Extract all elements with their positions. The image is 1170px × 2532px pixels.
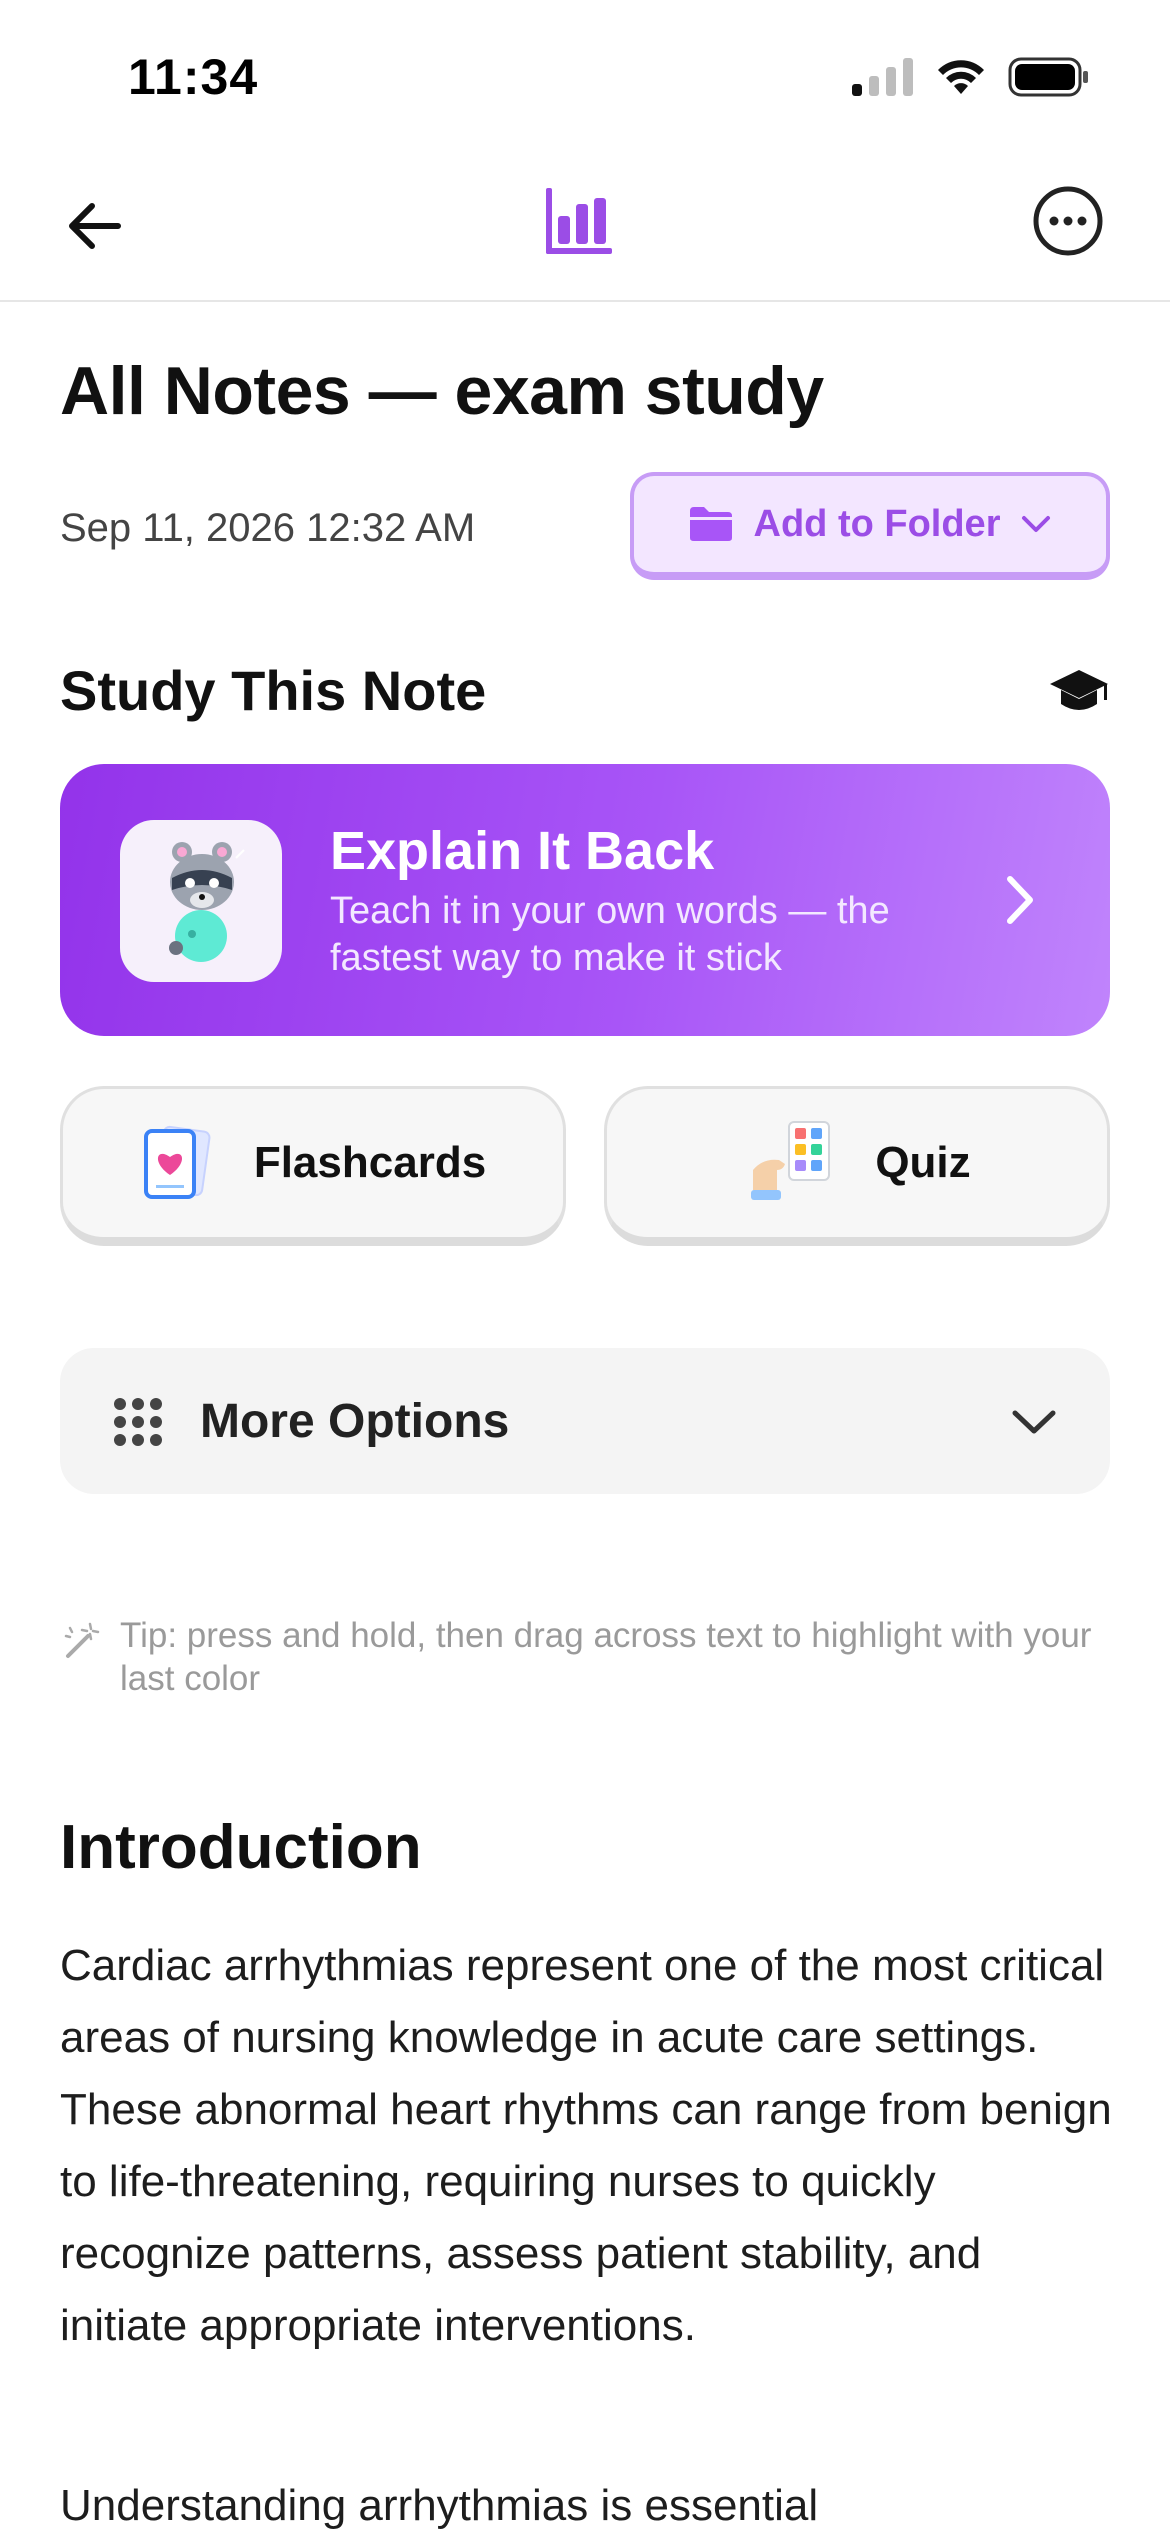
note-date: Sep 11, 2026 12:32 AM (60, 506, 476, 550)
raccoon-mascot-icon (120, 820, 282, 982)
bar-chart-icon (546, 188, 612, 254)
status-time: 11:34 (128, 49, 259, 105)
add-to-folder-label: Add to Folder (753, 502, 1001, 545)
flashcards-icon (143, 1125, 211, 1199)
more-button[interactable] (1030, 183, 1106, 259)
ellipsis-circle-icon (1033, 186, 1103, 256)
battery-icon (1008, 57, 1088, 97)
wifi-icon (938, 60, 984, 94)
flashcards-button[interactable]: Flashcards (60, 1086, 566, 1246)
note-paragraph: Understanding arrhythmias is essential (60, 2481, 819, 2530)
magic-wand-icon (64, 1622, 100, 1658)
tip-text: Tip: press and hold, then drag across te… (120, 1616, 1092, 1698)
back-button[interactable] (58, 190, 130, 262)
chevron-down-icon (1006, 1394, 1062, 1450)
flashcards-label: Flashcards (253, 1138, 487, 1187)
chevron-right-icon (990, 870, 1050, 930)
more-options-label: More Options (200, 1395, 510, 1448)
quiz-icon (751, 1121, 831, 1200)
grid-dots-icon (114, 1398, 162, 1446)
explain-card-subtitle: Teach it in your own words — the fastest… (330, 890, 890, 979)
more-options-dropdown[interactable]: More Options (60, 1348, 1110, 1494)
chevron-down-icon (1022, 516, 1051, 532)
nav-bar (0, 150, 1170, 302)
graduation-cap-icon (1046, 662, 1112, 722)
note-title: All Notes — exam study (60, 353, 824, 429)
stats-button[interactable] (541, 183, 617, 259)
folder-icon (689, 507, 732, 541)
explain-card-title: Explain It Back (330, 821, 715, 881)
note-detail-screen: 11:34 All Notes — exam study Sep 11, 202… (0, 0, 1170, 2532)
quiz-label: Quiz (875, 1138, 971, 1187)
study-heading: Study This Note (60, 659, 487, 722)
add-to-folder-button[interactable]: Add to Folder (630, 472, 1110, 580)
section-heading: Introduction (60, 1813, 422, 1882)
quiz-button[interactable]: Quiz (604, 1086, 1110, 1246)
arrow-left-icon (69, 203, 121, 249)
status-icons (852, 55, 1090, 99)
status-bar: 11:34 (0, 0, 1170, 150)
explain-it-back-card[interactable]: Explain It Back Teach it in your own wor… (60, 764, 1110, 1036)
cellular-signal-icon (852, 58, 913, 96)
note-paragraph: Cardiac arrhythmias represent one of the… (60, 1941, 1112, 2350)
